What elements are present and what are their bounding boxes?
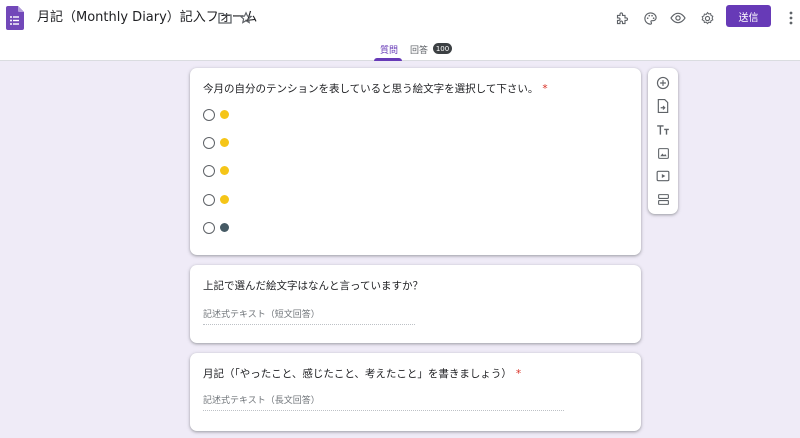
short-answer-field[interactable]: 記述式テキスト（短文回答）: [203, 307, 415, 325]
question-card-3[interactable]: 月記（「やったこと、感じたこと、考えたこと」を書きましょう） * 記述式テキスト（…: [190, 353, 641, 431]
alien-emoji-icon: [220, 223, 229, 232]
radio-button[interactable]: [203, 194, 215, 206]
responses-count-badge: 100: [433, 43, 452, 54]
add-section-icon[interactable]: [654, 190, 672, 208]
palette-icon[interactable]: [640, 8, 660, 28]
floating-toolbar: [648, 68, 678, 214]
add-image-icon[interactable]: [654, 144, 672, 162]
add-title-icon[interactable]: [654, 121, 672, 139]
radio-button[interactable]: [203, 222, 215, 234]
radio-button[interactable]: [203, 137, 215, 149]
question-card-1[interactable]: 今月の自分のテンションを表していると思う絵文字を選択して下さい。 *: [190, 68, 641, 255]
import-questions-icon[interactable]: [654, 97, 672, 115]
paragraph-answer-field[interactable]: 記述式テキスト（長文回答）: [203, 393, 564, 411]
active-tab-indicator: [374, 58, 402, 61]
question-card-2[interactable]: 上記で選んだ絵文字はなんと言っていますか？ 記述式テキスト（短文回答）: [190, 265, 641, 343]
app-header: 月記（Monthly Diary）記入フォーム 送信 質問 回答 100: [0, 0, 800, 61]
star-icon[interactable]: [236, 8, 256, 28]
forms-logo-icon[interactable]: [6, 6, 24, 30]
neutral-face-emoji-icon: [220, 166, 229, 175]
addon-puzzle-icon[interactable]: [612, 8, 632, 28]
radio-option[interactable]: [203, 108, 263, 122]
worried-face-emoji-icon: [220, 195, 229, 204]
radio-button[interactable]: [203, 109, 215, 121]
settings-gear-icon[interactable]: [697, 8, 717, 28]
add-question-icon[interactable]: [654, 74, 672, 92]
required-asterisk: *: [542, 83, 548, 95]
slightly-smiling-face-emoji-icon: [220, 110, 229, 119]
more-vert-icon[interactable]: [781, 8, 800, 28]
question-title: 上記で選んだ絵文字はなんと言っていますか？: [203, 280, 423, 292]
question-title: 月記（「やったこと、感じたこと、考えたこと」を書きましょう） *: [203, 368, 522, 380]
radio-option[interactable]: [203, 193, 263, 207]
radio-option[interactable]: [203, 164, 263, 178]
radio-option[interactable]: [203, 221, 263, 235]
tab-questions[interactable]: 質問: [380, 43, 398, 56]
grinning-face-emoji-icon: [220, 138, 229, 147]
radio-option[interactable]: [203, 136, 263, 150]
tab-responses[interactable]: 回答: [410, 43, 428, 56]
folder-icon[interactable]: [215, 8, 235, 28]
send-button[interactable]: 送信: [726, 5, 771, 27]
question-title: 今月の自分のテンションを表していると思う絵文字を選択して下さい。 *: [203, 83, 548, 95]
radio-button[interactable]: [203, 165, 215, 177]
add-video-icon[interactable]: [654, 167, 672, 185]
required-asterisk: *: [515, 368, 522, 380]
preview-eye-icon[interactable]: [668, 8, 688, 28]
